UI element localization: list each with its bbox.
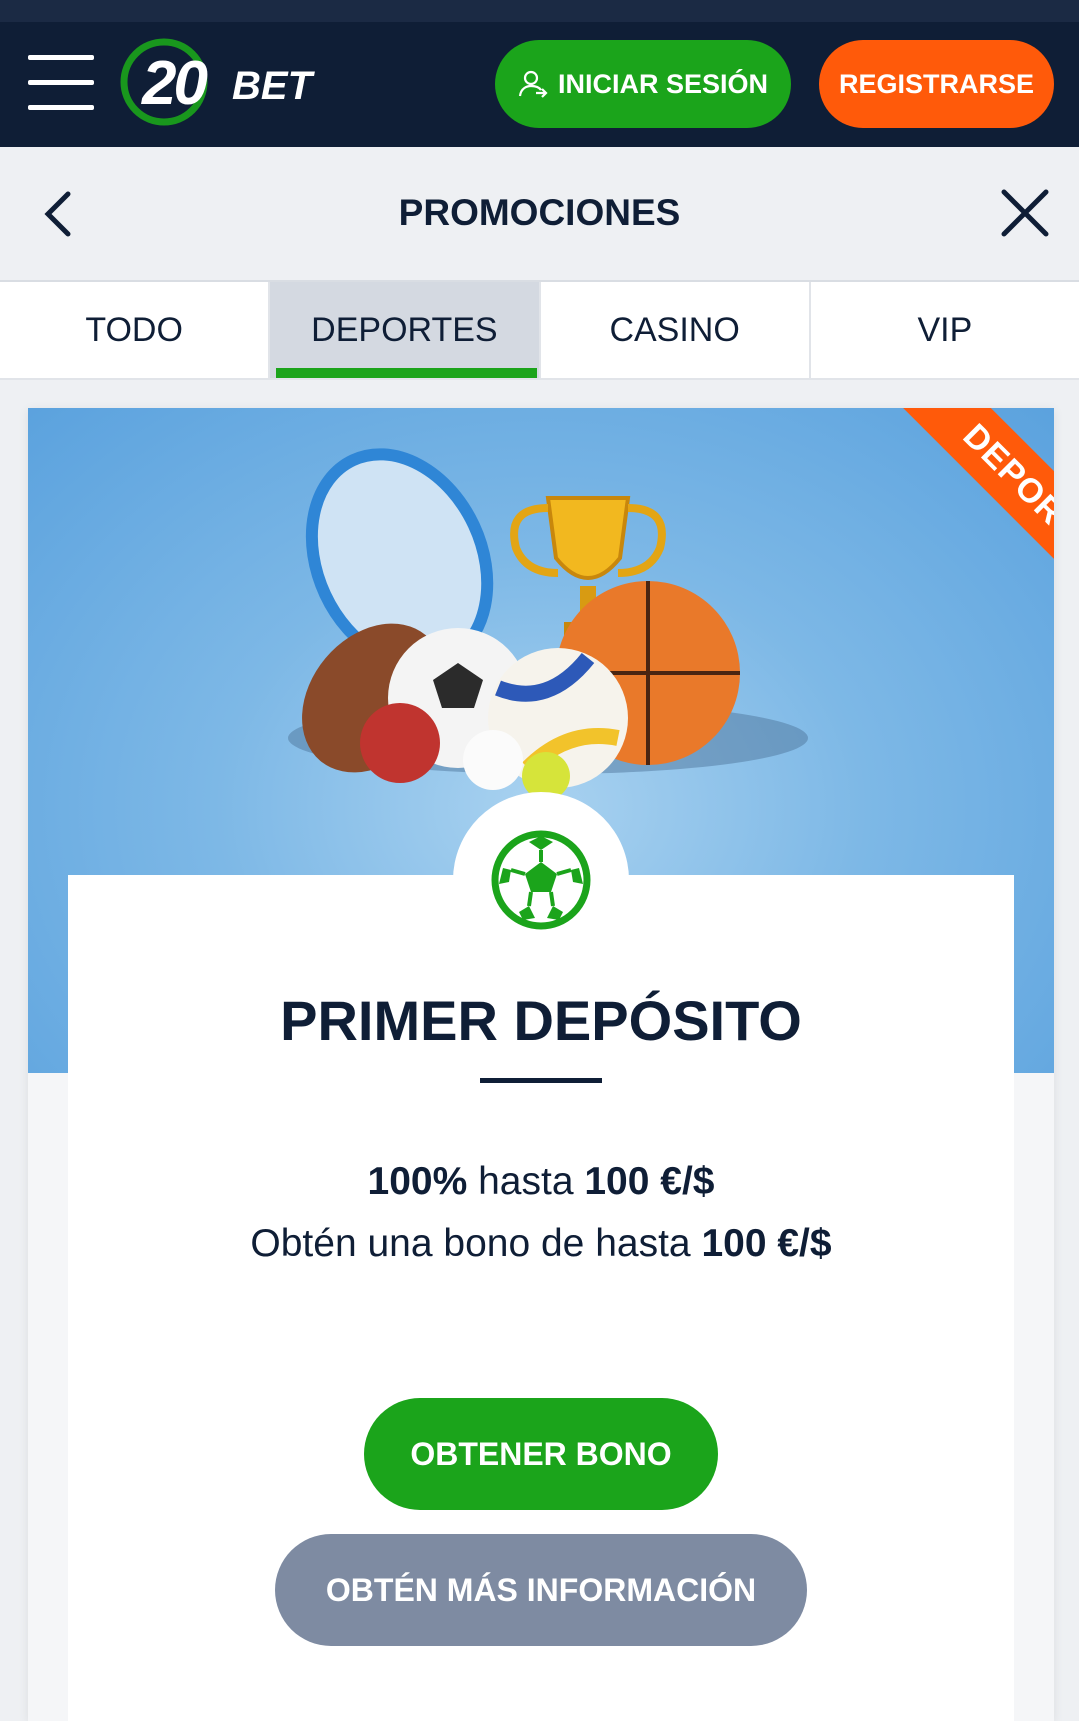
tab-label: TODO	[85, 310, 183, 349]
promo-badge	[453, 792, 629, 968]
title-divider	[480, 1078, 602, 1083]
tab-todo[interactable]: TODO	[0, 282, 271, 378]
brand-logo[interactable]: 20 BET	[120, 38, 320, 128]
login-label: INICIAR SESIÓN	[557, 68, 769, 99]
tab-casino[interactable]: CASINO	[541, 282, 811, 378]
tab-label: CASINO	[609, 310, 740, 349]
status-strip	[0, 0, 1079, 22]
more-info-button[interactable]: OBTÉN MÁS INFORMACIÓN	[275, 1534, 807, 1646]
tab-vip[interactable]: VIP	[811, 282, 1079, 378]
register-label: REGISTRARSE	[838, 68, 1035, 99]
tab-deportes[interactable]: DEPORTES	[270, 282, 541, 378]
offer-text: hasta	[467, 1160, 585, 1203]
register-button[interactable]: REGISTRARSE	[819, 40, 1054, 128]
description-text: Obtén una bono de hasta	[250, 1222, 702, 1265]
promo-offer-line: 100% hasta 100 €/$	[28, 1160, 1054, 1204]
promo-card: DEPORTES PRIMER DEPÓSITO 100% hasta 100 …	[28, 408, 1054, 1721]
user-icon	[518, 70, 548, 98]
promo-tabs: TODO DEPORTES CASINO VIP	[0, 282, 1079, 380]
offer-amount: 100 €/$	[584, 1160, 715, 1203]
promo-title: PRIMER DEPÓSITO	[280, 989, 802, 1052]
page-title: PROMOCIONES	[398, 192, 681, 233]
logo-text: BET	[232, 64, 312, 108]
tab-label: VIP	[917, 310, 973, 349]
tab-label: DEPORTES	[311, 310, 498, 349]
close-icon[interactable]	[1000, 188, 1050, 238]
top-navbar: 20 BET INICIAR SESIÓN REGISTRARSE	[0, 0, 1079, 147]
get-bonus-label: OBTENER BONO	[410, 1435, 672, 1472]
logo-number: 20	[142, 49, 208, 118]
offer-percent: 100%	[367, 1160, 468, 1203]
menu-icon[interactable]	[28, 55, 94, 111]
promo-description: Obtén una bono de hasta 100 €/$	[28, 1222, 1054, 1266]
description-amount: 100 €/$	[701, 1222, 832, 1265]
more-info-label: OBTÉN MÁS INFORMACIÓN	[325, 1571, 757, 1608]
login-button[interactable]: INICIAR SESIÓN	[495, 40, 791, 128]
get-bonus-button[interactable]: OBTENER BONO	[364, 1398, 718, 1510]
soccer-ball-icon	[491, 830, 591, 930]
